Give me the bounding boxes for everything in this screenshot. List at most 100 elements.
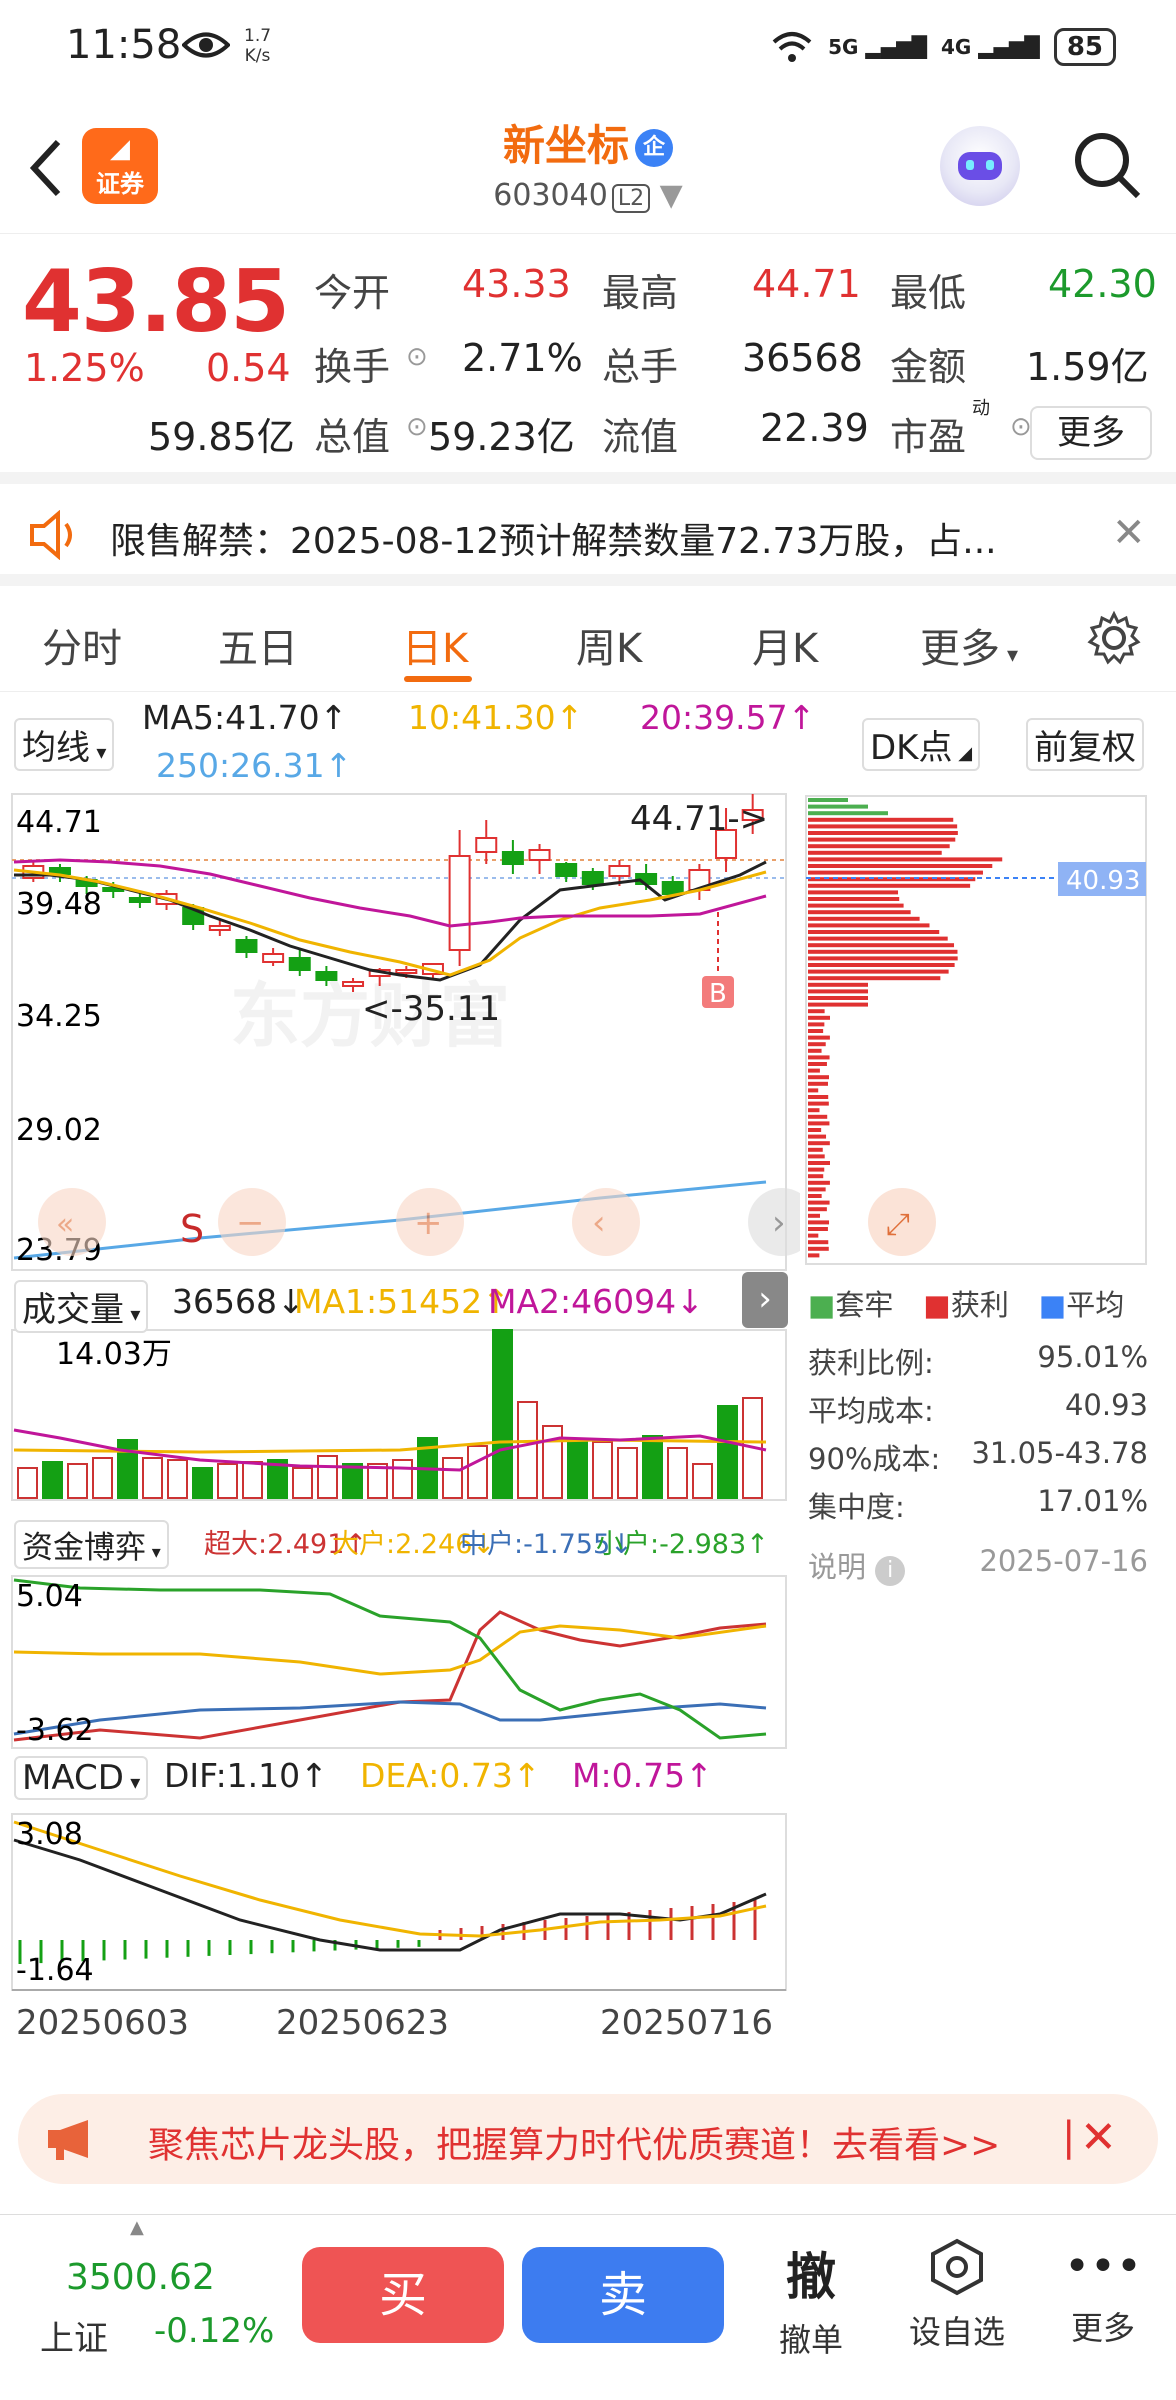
chip-bar <box>808 850 942 855</box>
fund-small-line <box>13 1578 767 1740</box>
tab-five-day[interactable]: 五日 <box>218 616 298 674</box>
watchlist-hexagon-icon <box>931 2238 983 2296</box>
volume-bar <box>467 1445 488 1499</box>
signal-5g-icon: 5G ▂▄▆█ <box>828 35 927 59</box>
search-icon[interactable] <box>1070 128 1144 202</box>
macd-y-bottom: -1.64 <box>16 1953 94 1988</box>
chart-period-tabs: 分时 五日 日K 周K 月K 更多 ▾ <box>0 586 1176 692</box>
ma5-value: MA5:41.70↑ <box>142 698 348 737</box>
tab-daily-k[interactable]: 日K <box>402 616 468 674</box>
tab-monthly-k[interactable]: 月K <box>752 616 818 674</box>
index-value[interactable]: 3500.62 <box>66 2257 215 2298</box>
chip-bar <box>808 1200 830 1205</box>
chip-legend: ■套牢 ■获利 ■平均 <box>808 1288 1125 1322</box>
chip-bar <box>808 910 911 915</box>
adjust-select[interactable]: 前复权 <box>1026 718 1144 771</box>
chip-distribution-chart[interactable]: 40.93 ⤢ <box>800 790 1150 1270</box>
battery-indicator: 85 <box>1053 28 1116 66</box>
high-marker: 44.71-> <box>630 799 768 839</box>
quote-label: 市盈 <box>890 415 967 459</box>
network-speed: 1.7 K/s <box>244 26 272 66</box>
ma20-line <box>13 858 767 928</box>
quote-value: 44.71 <box>752 262 861 306</box>
scroll-left-icon[interactable]: ‹ <box>592 1203 606 1243</box>
more-menu-button[interactable]: ••• 更多 <box>1048 2237 1158 2349</box>
chip-bar <box>808 923 930 928</box>
close-icon[interactable]: ✕ <box>1112 510 1146 556</box>
volume-bar <box>692 1463 713 1499</box>
chip-bar <box>808 897 900 901</box>
sell-button[interactable]: 卖 <box>522 2247 724 2343</box>
tab-more[interactable]: 更多 ▾ <box>920 616 1018 674</box>
volume-bar <box>667 1447 688 1499</box>
y-axis-label: 34.25 <box>16 999 102 1034</box>
macd-dif: DIF:1.10↑ <box>164 1756 328 1795</box>
quote-value: 36568 <box>742 336 863 380</box>
promo-banner[interactable]: 聚焦芯片龙头股，把握算力时代优质赛道！去看看>> | ✕ <box>18 2094 1158 2184</box>
info-icon: i <box>875 1556 906 1586</box>
gear-icon[interactable] <box>1086 610 1142 666</box>
change-percent: 1.25% <box>24 346 145 390</box>
add-watchlist-button[interactable]: 设自选 <box>902 2237 1012 2353</box>
chip-bar <box>808 1095 829 1099</box>
chip-bar <box>808 949 958 954</box>
chip-bar <box>808 930 940 934</box>
y-axis-label: 39.48 <box>16 887 102 922</box>
tab-intraday[interactable]: 分时 <box>42 616 122 674</box>
chip-bar <box>808 1246 829 1251</box>
chip-bar <box>808 1015 830 1020</box>
robot-assistant-avatar[interactable] <box>940 126 1020 206</box>
candle <box>262 948 285 966</box>
dk-point-select[interactable]: DK点 ◢ <box>862 718 981 771</box>
tab-weekly-k[interactable]: 周K <box>576 616 642 674</box>
macd-dif-line <box>13 1838 767 1952</box>
expand-panel-icon[interactable]: › <box>742 1272 788 1328</box>
y-axis-label: 29.02 <box>16 1113 102 1148</box>
scroll-right-icon[interactable]: › <box>772 1203 786 1243</box>
buy-button[interactable]: 买 <box>302 2247 504 2343</box>
fund-mid-line <box>13 1700 767 1736</box>
chip-note[interactable]: 说明 i 2025-07-16 <box>808 1544 1148 1586</box>
fullscreen-icon[interactable]: ⤢ <box>886 1207 910 1242</box>
promo-text: 聚焦芯片龙头股，把握算力时代优质赛道！去看看>> <box>148 2125 1001 2166</box>
index-change: -0.12% <box>154 2311 275 2351</box>
chip-bar <box>808 798 848 802</box>
chip-bar <box>808 982 868 987</box>
volume-bar <box>492 1329 513 1499</box>
eye-icon <box>182 32 230 58</box>
zoom-out-icon[interactable]: − <box>236 1203 265 1243</box>
volume-bar <box>167 1459 188 1499</box>
fund-indicator-select[interactable]: 资金博弈 ▾ <box>14 1520 169 1569</box>
chip-bar <box>808 963 955 967</box>
info-icon[interactable]: ⊙ <box>406 412 428 442</box>
notice-banner[interactable]: 限售解禁：2025-08-12预计解禁数量72.73万股，占... ✕ <box>0 484 1176 586</box>
volume-bar <box>217 1463 238 1499</box>
chip-90-cost: 90%成本: 31.05-43.78 <box>808 1436 1148 1476</box>
macd-indicator-select[interactable]: MACD ▾ <box>14 1756 149 1800</box>
info-icon[interactable]: ⊙ <box>406 342 428 372</box>
quote-value: 59.85亿 <box>148 415 295 459</box>
quote-value: 42.30 <box>1048 262 1157 306</box>
volume-bar <box>317 1455 338 1499</box>
date-label: 20250623 <box>276 2003 449 2043</box>
chip-bar <box>808 969 949 974</box>
chip-bar <box>808 1194 822 1198</box>
scroll-left-fast-icon[interactable]: « <box>56 1207 74 1242</box>
quote-label: 今开 <box>314 271 391 315</box>
indicator-select[interactable]: 均线 ▾ <box>14 718 115 771</box>
volume-bar <box>92 1457 113 1499</box>
zoom-in-icon[interactable]: + <box>414 1203 443 1243</box>
chip-bar <box>808 870 983 875</box>
fund-small: 小户:-2.983↑ <box>596 1529 769 1560</box>
volume-indicator-select[interactable]: 成交量 ▾ <box>14 1280 149 1333</box>
fund-super-line <box>13 1610 767 1742</box>
chip-bar <box>808 811 888 816</box>
close-icon[interactable]: ✕ <box>1080 2112 1117 2163</box>
expand-up-icon[interactable]: ▲ <box>130 2217 144 2238</box>
more-button[interactable]: 更多 <box>1030 406 1152 460</box>
cancel-order-button[interactable]: 撤撤单 <box>756 2237 866 2361</box>
quote-value: 43.33 <box>462 262 571 306</box>
chip-bar <box>808 864 993 868</box>
kline-chart[interactable]: 东方财富 44.71-> <-35.11 B S 44.71 39.48 34.… <box>0 790 800 2080</box>
info-icon[interactable]: ⊙ <box>1010 412 1032 442</box>
